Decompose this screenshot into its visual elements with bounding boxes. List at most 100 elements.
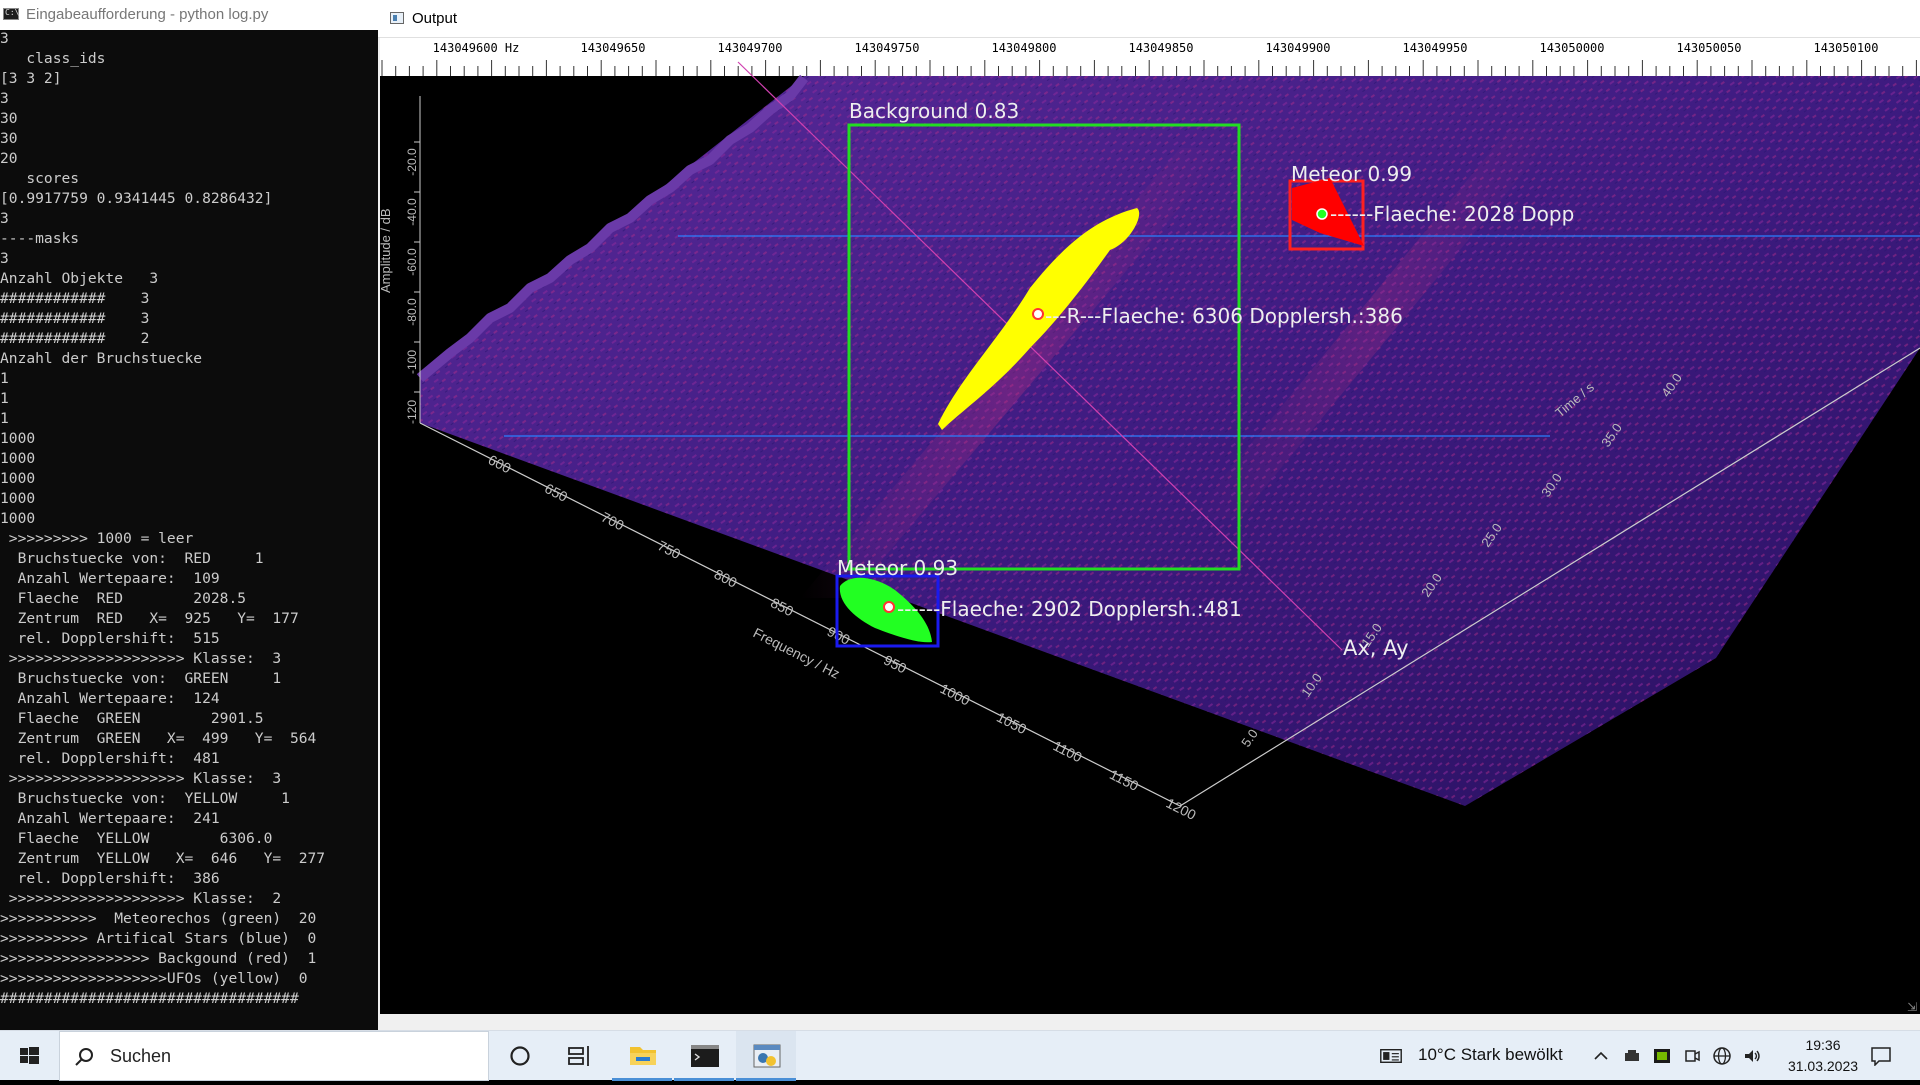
frequency-tick-label: 850 xyxy=(768,594,796,619)
console-line: Anzahl Wertepaare: 241 xyxy=(0,810,220,827)
search-input[interactable]: Suchen xyxy=(59,1031,489,1081)
frequency-tick-label: 1050 xyxy=(994,709,1029,737)
console-window[interactable]: Eingabeaufforderung - python log.py 3 cl… xyxy=(0,0,378,1030)
mask-center-green xyxy=(883,601,895,613)
cortana-button[interactable] xyxy=(490,1031,550,1081)
output-title: Output xyxy=(412,10,458,27)
console-line: Anzahl Objekte 3 xyxy=(0,270,159,287)
output-canvas[interactable]: 143049600 Hz 143049650 143049700 143049750 1… xyxy=(380,38,1920,1014)
frequency-tick-label: 1200 xyxy=(1164,795,1199,823)
usb-device-icon[interactable] xyxy=(1621,1046,1643,1066)
amplitude-tick-label: -20.0 xyxy=(405,148,419,176)
console-line: 1 xyxy=(0,390,9,407)
console-line: 1000 xyxy=(0,450,36,467)
console-line: >>>>>>>>>> Artifical Stars (blue) 0 xyxy=(0,930,317,947)
amplitude-tick-label: -80.0 xyxy=(405,298,419,326)
network-icon[interactable] xyxy=(1711,1046,1733,1066)
console-line: Flaeche YELLOW 6306.0 xyxy=(0,830,273,847)
annotation-green: ------Flaeche: 2902 Dopplersh.:481 xyxy=(897,597,1242,621)
task-view-button[interactable] xyxy=(550,1031,610,1081)
search-icon xyxy=(75,1048,93,1066)
console-line: rel. Dopplershift: 481 xyxy=(0,750,220,767)
meet-now-icon[interactable] xyxy=(1681,1046,1703,1066)
console-line: Flaeche GREEN 2901.5 xyxy=(0,710,264,727)
amplitude-tick-label: -40.0 xyxy=(405,198,419,226)
annotation-red: ------Flaeche: 2028 Dopp xyxy=(1330,202,1574,226)
console-line: ############ 3 xyxy=(0,290,150,307)
frequency-tick-label: 1000 xyxy=(938,680,973,708)
console-line: 1000 xyxy=(0,430,36,447)
nvidia-icon[interactable] xyxy=(1651,1046,1673,1066)
ruler-label: 143049800 xyxy=(991,41,1056,55)
console-line: >>>>>>>>>>>>>>>>>>>> Klasse: 3 xyxy=(0,650,282,667)
frequency-tick-label: 650 xyxy=(542,480,570,505)
console-line: Flaeche RED 2028.5 xyxy=(0,590,247,607)
python-window-button[interactable] xyxy=(736,1031,796,1081)
command-prompt-button[interactable] xyxy=(674,1031,734,1081)
console-line: rel. Dopplershift: 515 xyxy=(0,630,220,647)
clock-time[interactable]: 19:36 xyxy=(1783,1037,1863,1053)
console-titlebar[interactable]: Eingabeaufforderung - python log.py xyxy=(0,0,378,30)
amplitude-ticks: -20.0 -40.0 -60.0 -80.0 -100 -120 xyxy=(405,141,420,424)
detection-label-meteor-green: Meteor 0.93 xyxy=(837,556,958,580)
console-line: 30 xyxy=(0,110,18,127)
news-weather-icon[interactable] xyxy=(1380,1046,1402,1066)
windows-icon xyxy=(20,1047,39,1064)
frequency-tick-label: 1150 xyxy=(1107,766,1141,794)
console-icon xyxy=(3,8,19,20)
console-line: [0.9917759 0.9341445 0.8286432] xyxy=(0,190,273,207)
console-line: ############ 3 xyxy=(0,310,150,327)
console-line: [3 3 2] xyxy=(0,70,62,87)
console-line: 1000 xyxy=(0,470,36,487)
mask-center-red xyxy=(1316,208,1328,220)
console-output[interactable]: 3 class_ids [3 3 2] 3 30 30 20 scores [0.99177… xyxy=(0,30,378,1012)
ruler-label: 143049650 xyxy=(580,41,645,55)
file-explorer-button[interactable] xyxy=(612,1031,672,1081)
console-line: Bruchstuecke von: RED 1 xyxy=(0,550,264,567)
resize-grip[interactable] xyxy=(1902,998,1920,1014)
start-button[interactable] xyxy=(0,1031,56,1081)
frequency-tick-label: 750 xyxy=(655,537,683,562)
console-line: class_ids xyxy=(0,50,106,67)
console-line: rel. Dopplershift: 386 xyxy=(0,870,220,887)
amplitude-tick-label: -120 xyxy=(405,400,419,424)
ruler-label: 143050050 xyxy=(1676,41,1741,55)
console-line: >>>>>>>>>>>>>>>>>>>UFOs (yellow) 0 xyxy=(0,970,308,987)
frequency-tick-label: 700 xyxy=(599,509,627,534)
clock-date[interactable]: 31.03.2023 xyxy=(1775,1058,1871,1074)
taskbar: Suchen 10°C Stark bewölkt 19:36 31.03.20… xyxy=(0,1030,1920,1081)
notification-icon[interactable] xyxy=(1870,1046,1892,1066)
console-line: 1 xyxy=(0,370,9,387)
console-line: 3 xyxy=(0,210,9,227)
console-line: Zentrum RED X= 925 Y= 177 xyxy=(0,610,299,627)
amplitude-axis-label: Amplitude / dB xyxy=(380,208,393,293)
ruler-label: 143050000 xyxy=(1539,41,1604,55)
console-line: ############ 2 xyxy=(0,330,150,347)
output-window[interactable]: Output 143049600 Hz 143049650 143049700 … xyxy=(378,0,1920,1030)
console-line: 1000 xyxy=(0,490,36,507)
console-line: Bruchstuecke von: YELLOW 1 xyxy=(0,790,290,807)
detection-label-background: Background 0.83 xyxy=(849,99,1019,123)
frequency-tick-label: 950 xyxy=(881,652,909,677)
frequency-tick-label: 900 xyxy=(825,623,853,648)
output-titlebar[interactable]: Output xyxy=(378,0,1920,38)
console-line: >>>>>>>>> 1000 = leer xyxy=(0,530,194,547)
circle-icon xyxy=(510,1046,530,1066)
console-line: Anzahl der Bruchstuecke xyxy=(0,350,203,367)
amplitude-tick-label: -60.0 xyxy=(405,248,419,276)
folder-icon xyxy=(630,1047,656,1065)
console-line: Anzahl Wertepaare: 124 xyxy=(0,690,220,707)
console-line: 3 xyxy=(0,30,9,47)
weather-text[interactable]: 10°C Stark bewölkt xyxy=(1418,1045,1563,1065)
ruler-label: 143049750 xyxy=(854,41,919,55)
console-line: 20 xyxy=(0,150,18,167)
ruler-label: 143049600 Hz xyxy=(433,41,520,55)
ruler-label: 143049900 xyxy=(1265,41,1330,55)
console-line: 30 xyxy=(0,130,18,147)
frequency-tick-label: 1100 xyxy=(1051,737,1085,765)
chevron-up-icon[interactable] xyxy=(1590,1046,1612,1066)
console-line: 3 xyxy=(0,90,9,107)
console-line: 1 xyxy=(0,410,9,427)
volume-icon[interactable] xyxy=(1741,1046,1763,1066)
ruler-label: 143049950 xyxy=(1402,41,1467,55)
